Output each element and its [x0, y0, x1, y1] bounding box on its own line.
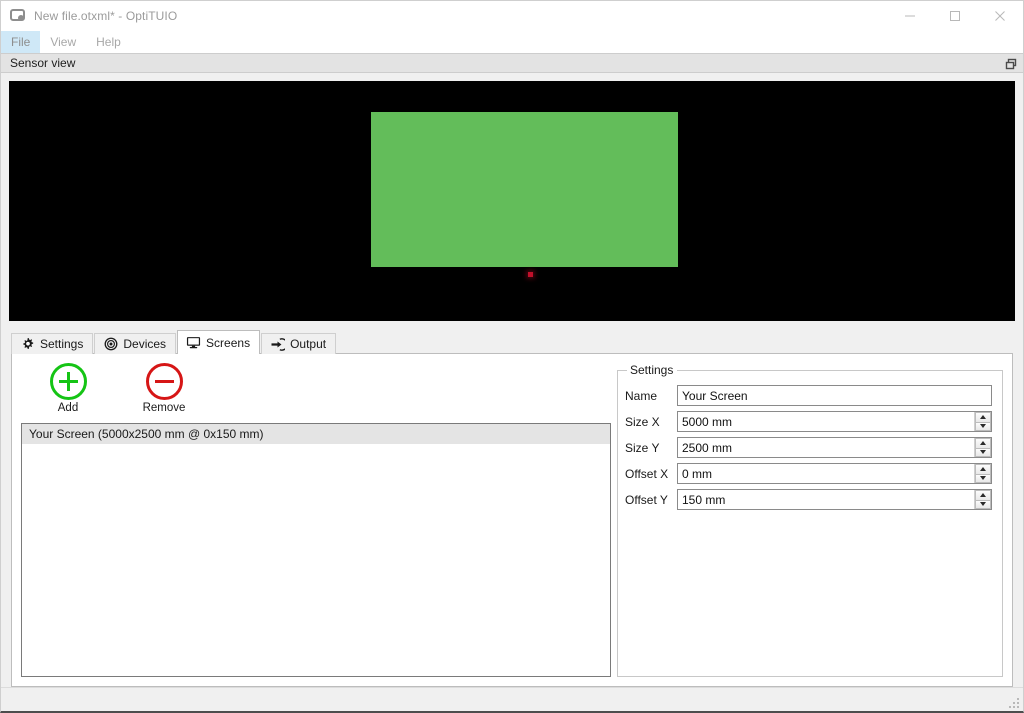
add-screen-button[interactable]: Add: [39, 363, 97, 417]
app-icon: [10, 8, 26, 24]
tab-settings-label: Settings: [40, 337, 83, 351]
window-controls: [887, 1, 1023, 31]
offset-x-stepper-down[interactable]: [975, 474, 991, 484]
window-title: New file.otxml* - OptiTUIO: [34, 9, 177, 23]
resize-grip-icon[interactable]: [1008, 696, 1020, 708]
touch-point-marker: [528, 272, 533, 277]
settings-group-legend: Settings: [627, 363, 677, 377]
list-item-label: Your Screen (5000x2500 mm @ 0x150 mm): [29, 427, 264, 441]
offset-x-input[interactable]: 0 mm: [677, 463, 992, 484]
offset-y-label: Offset Y: [625, 493, 677, 507]
maximize-button[interactable]: [932, 1, 977, 31]
screens-tab-panel: Add Remove Your Screen (5000x2500 mm @ 0…: [11, 353, 1013, 687]
offset-y-input-value: 150 mm: [678, 490, 974, 509]
sensor-view-container: [1, 73, 1023, 321]
tab-screens-label: Screens: [206, 336, 250, 350]
name-input-value: Your Screen: [678, 386, 991, 405]
status-bar: [1, 687, 1023, 711]
monitor-icon: [186, 335, 201, 350]
menu-item-help[interactable]: Help: [86, 31, 131, 53]
offset-x-stepper[interactable]: [974, 464, 991, 483]
offset-x-stepper-up[interactable]: [975, 464, 991, 474]
field-row-size-x: Size X 5000 mm: [625, 411, 992, 432]
offset-y-input[interactable]: 150 mm: [677, 489, 992, 510]
tab-devices-label: Devices: [123, 337, 166, 351]
tab-devices[interactable]: Devices: [94, 333, 176, 354]
size-y-stepper[interactable]: [974, 438, 991, 457]
remove-screen-label: Remove: [143, 402, 186, 414]
tab-area: Settings Devices: [1, 330, 1023, 687]
size-y-stepper-down[interactable]: [975, 448, 991, 458]
tab-settings[interactable]: Settings: [11, 333, 93, 354]
size-x-stepper-up[interactable]: [975, 412, 991, 422]
sensor-view-dock-header: Sensor view: [1, 53, 1023, 73]
application-window: New file.otxml* - OptiTUIO File View Hel…: [0, 0, 1024, 713]
tab-output-label: Output: [290, 337, 326, 351]
tab-output[interactable]: Output: [261, 333, 336, 354]
menu-item-view[interactable]: View: [40, 31, 86, 53]
field-row-offset-y: Offset Y 150 mm: [625, 489, 992, 510]
size-x-input-value: 5000 mm: [678, 412, 974, 431]
offset-x-label: Offset X: [625, 467, 677, 481]
screen-region-rect[interactable]: [371, 112, 678, 267]
gear-icon: [20, 337, 35, 352]
size-x-stepper-down[interactable]: [975, 422, 991, 432]
list-item[interactable]: Your Screen (5000x2500 mm @ 0x150 mm): [22, 424, 610, 444]
menu-bar: File View Help: [1, 31, 1023, 53]
float-window-icon[interactable]: [1004, 57, 1018, 71]
dock-panel-title: Sensor view: [1, 56, 75, 70]
tab-strip: Settings Devices: [11, 330, 1013, 354]
offset-y-stepper[interactable]: [974, 490, 991, 509]
screens-right-column: Settings Name Your Screen Size X 5000 mm: [617, 363, 1003, 677]
offset-y-stepper-down[interactable]: [975, 500, 991, 510]
field-row-offset-x: Offset X 0 mm: [625, 463, 992, 484]
size-x-stepper[interactable]: [974, 412, 991, 431]
size-x-label: Size X: [625, 415, 677, 429]
add-screen-label: Add: [58, 402, 78, 414]
settings-group: Settings Name Your Screen Size X 5000 mm: [617, 363, 1003, 677]
menu-item-file[interactable]: File: [1, 31, 40, 53]
close-button[interactable]: [977, 1, 1023, 31]
remove-screen-button[interactable]: Remove: [135, 363, 193, 417]
name-input[interactable]: Your Screen: [677, 385, 992, 406]
size-y-input[interactable]: 2500 mm: [677, 437, 992, 458]
title-bar: New file.otxml* - OptiTUIO: [1, 1, 1023, 31]
tab-screens[interactable]: Screens: [177, 330, 260, 354]
export-arrow-icon: [270, 337, 285, 352]
minimize-button[interactable]: [887, 1, 932, 31]
sensor-view-canvas[interactable]: [9, 81, 1015, 321]
field-row-name: Name Your Screen: [625, 385, 992, 406]
size-y-input-value: 2500 mm: [678, 438, 974, 457]
size-x-input[interactable]: 5000 mm: [677, 411, 992, 432]
minus-circle-icon: [146, 363, 183, 400]
size-y-label: Size Y: [625, 441, 677, 455]
size-y-stepper-up[interactable]: [975, 438, 991, 448]
plus-circle-icon: [50, 363, 87, 400]
field-row-size-y: Size Y 2500 mm: [625, 437, 992, 458]
screens-left-column: Add Remove Your Screen (5000x2500 mm @ 0…: [21, 363, 611, 677]
screen-toolbar: Add Remove: [21, 363, 611, 417]
target-icon: [103, 337, 118, 352]
offset-x-input-value: 0 mm: [678, 464, 974, 483]
name-label: Name: [625, 389, 677, 403]
offset-y-stepper-up[interactable]: [975, 490, 991, 500]
screen-list[interactable]: Your Screen (5000x2500 mm @ 0x150 mm): [21, 423, 611, 677]
